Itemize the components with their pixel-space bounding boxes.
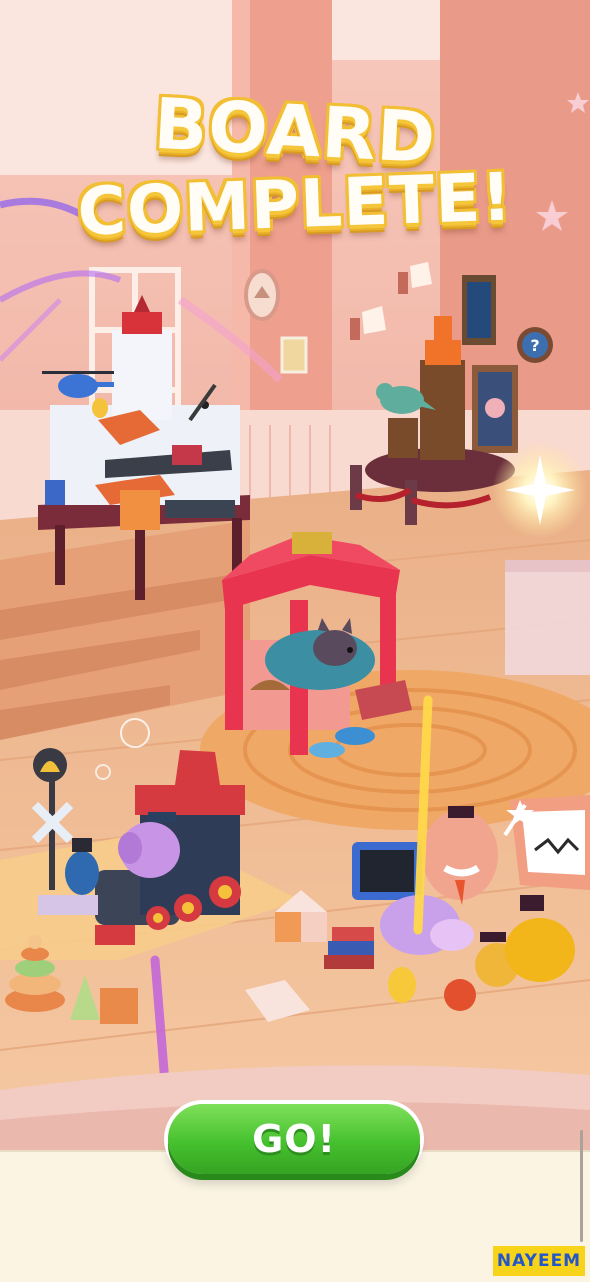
toy-block xyxy=(100,988,138,1024)
svg-text:?: ? xyxy=(530,336,539,355)
game-scene: ? xyxy=(0,0,590,1150)
wall-picture-frame-icon xyxy=(280,336,308,374)
wall-frame-cat-silhouette-icon xyxy=(462,275,496,345)
watermark-text: NAYEEM xyxy=(496,1251,582,1271)
go-button[interactable]: GO! xyxy=(168,1104,420,1174)
wall-frame-gentleman-icon xyxy=(472,365,518,453)
chick-toy-icon xyxy=(388,967,416,1003)
watermark-badge: NAYEEM xyxy=(493,1246,585,1276)
fox-toy-icon xyxy=(444,979,476,1011)
go-button-label: GO! xyxy=(252,1117,336,1161)
sparkle-icon xyxy=(492,442,588,538)
wall-frame-question-icon: ? xyxy=(517,327,553,363)
wall-portrait-cat-icon xyxy=(244,269,280,321)
tv-robot-icon xyxy=(352,842,422,900)
scrollbar[interactable] xyxy=(580,1130,583,1242)
